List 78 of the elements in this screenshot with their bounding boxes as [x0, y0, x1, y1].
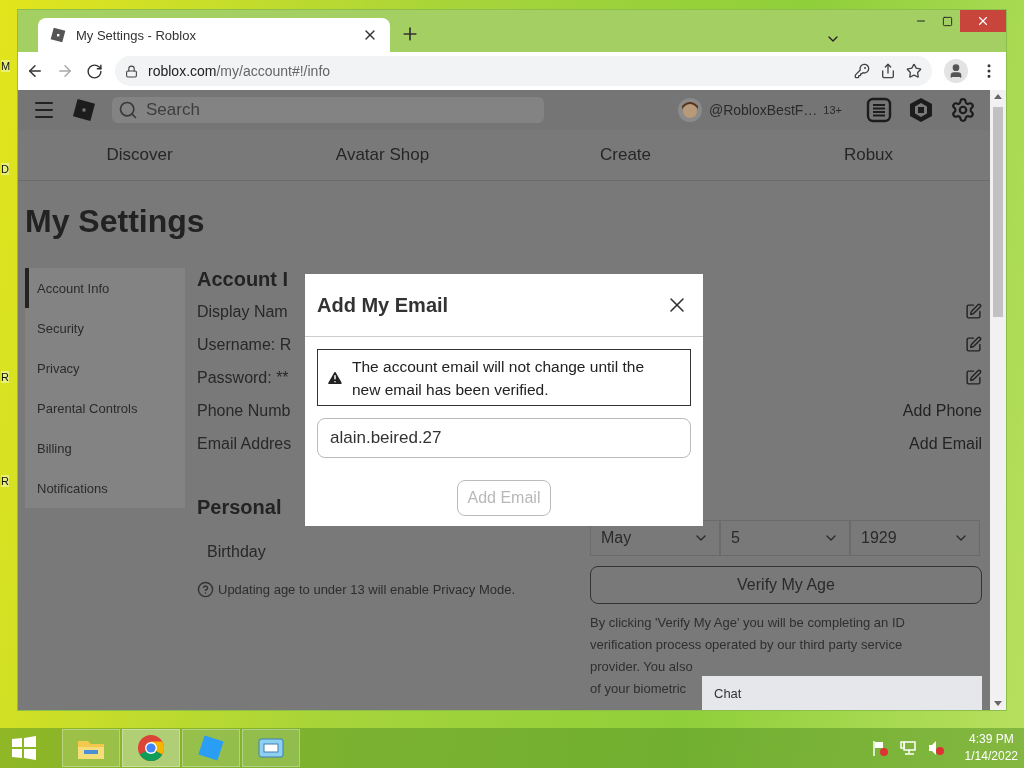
key-icon[interactable]: [854, 63, 870, 79]
help-icon[interactable]: [197, 581, 214, 598]
lock-icon: [125, 64, 138, 78]
forward-icon[interactable]: [56, 62, 74, 80]
clock-time: 4:39 PM: [968, 731, 1014, 748]
email-field[interactable]: alain.beired.27: [317, 418, 691, 458]
edit-icon[interactable]: [965, 336, 982, 353]
maximize-icon[interactable]: [941, 15, 953, 27]
sidebar-item[interactable]: Notifications: [25, 468, 185, 508]
field-label: Birthday: [207, 543, 266, 561]
warning-text: The account email will not change until the new email has been verified.: [352, 356, 646, 400]
sidebar-item[interactable]: Billing: [25, 428, 185, 468]
taskbar-app[interactable]: [242, 729, 300, 767]
modal-title: Add My Email: [317, 293, 449, 317]
profile-button[interactable]: [944, 59, 968, 83]
sidebar-item[interactable]: Security: [25, 308, 185, 348]
star-icon[interactable]: [906, 63, 922, 79]
disclaimer-line: By clicking 'Verify My Age' you will be completing an ID: [590, 614, 905, 632]
address-bar[interactable]: roblox.com/my/account#!/info: [115, 56, 932, 86]
close-icon: [976, 14, 990, 28]
desktop-icon-label[interactable]: R: [1, 475, 9, 487]
url-text: roblox.com/my/account#!/info: [148, 63, 332, 79]
field-label: Email Addres: [197, 434, 292, 453]
field-label: Phone Numb: [197, 401, 291, 420]
chat-bar[interactable]: Chat: [702, 676, 982, 710]
sidebar-item[interactable]: Account Info: [25, 268, 185, 308]
desktop-icon-label[interactable]: D: [1, 163, 9, 175]
edit-icon[interactable]: [965, 303, 982, 320]
nav-link[interactable]: Discover: [18, 130, 261, 180]
browser-tab[interactable]: My Settings - Roblox: [38, 18, 390, 52]
sidebar-item[interactable]: Privacy: [25, 348, 185, 388]
settings-icon[interactable]: [950, 97, 976, 123]
disclaimer-line: verification process operated by our third party service: [590, 636, 903, 654]
date-select[interactable]: 1929: [850, 520, 980, 556]
list-icon[interactable]: [866, 97, 892, 123]
hexagon-icon[interactable]: [908, 97, 934, 123]
date-select[interactable]: 5: [720, 520, 850, 556]
field-label: Display Nam: [197, 302, 288, 321]
add-link[interactable]: Add Phone: [902, 401, 982, 420]
verify-age-button[interactable]: Verify My Age: [590, 566, 982, 604]
sidebar-item[interactable]: Parental Controls: [25, 388, 185, 428]
scrollbar[interactable]: [990, 90, 1006, 710]
nav-link[interactable]: Robux: [747, 130, 990, 180]
speaker-icon[interactable]: [926, 739, 945, 757]
share-icon[interactable]: [880, 63, 896, 79]
roblox-logo-icon[interactable]: [72, 98, 96, 122]
edit-icon[interactable]: [965, 369, 982, 386]
nav-link[interactable]: Avatar Shop: [261, 130, 504, 180]
flag-icon[interactable]: [870, 739, 889, 757]
page-title: My Settings: [25, 203, 206, 240]
field-label: Username: R: [197, 335, 292, 354]
network-icon[interactable]: [898, 739, 917, 757]
windows-icon[interactable]: [11, 735, 37, 761]
clock-date: 1/14/2022: [964, 748, 1018, 765]
disclaimer-line: provider. You also: [590, 658, 693, 676]
field-label: Password: **: [197, 368, 289, 387]
age-label: 13+: [823, 104, 842, 116]
window-icon: [256, 735, 286, 761]
taskbar-app[interactable]: [122, 729, 180, 767]
avatar-icon[interactable]: [676, 97, 703, 123]
section-heading: Account I: [197, 268, 289, 291]
privacy-note: Updating age to under 13 will enable Privacy Mode.: [218, 582, 515, 597]
person-icon: [948, 63, 964, 79]
tab-title: My Settings - Roblox: [76, 27, 197, 43]
disclaimer-line: of your biometric: [590, 680, 687, 698]
nav-link[interactable]: Create: [504, 130, 747, 180]
section-heading: Personal: [197, 496, 282, 519]
search-field[interactable]: Search: [112, 97, 544, 123]
add-link[interactable]: Add Email: [909, 434, 982, 453]
search-icon: [118, 100, 138, 120]
taskbar-app[interactable]: [62, 729, 120, 767]
reload-icon[interactable]: [86, 62, 103, 80]
roblox-logo-icon: [50, 27, 66, 43]
desktop-icon-label[interactable]: M: [1, 60, 11, 72]
back-icon[interactable]: [26, 62, 44, 80]
username-link[interactable]: @RobloxBestF…: [708, 102, 818, 118]
desktop-icon-label[interactable]: R: [1, 371, 9, 383]
chrome-icon: [137, 734, 165, 762]
